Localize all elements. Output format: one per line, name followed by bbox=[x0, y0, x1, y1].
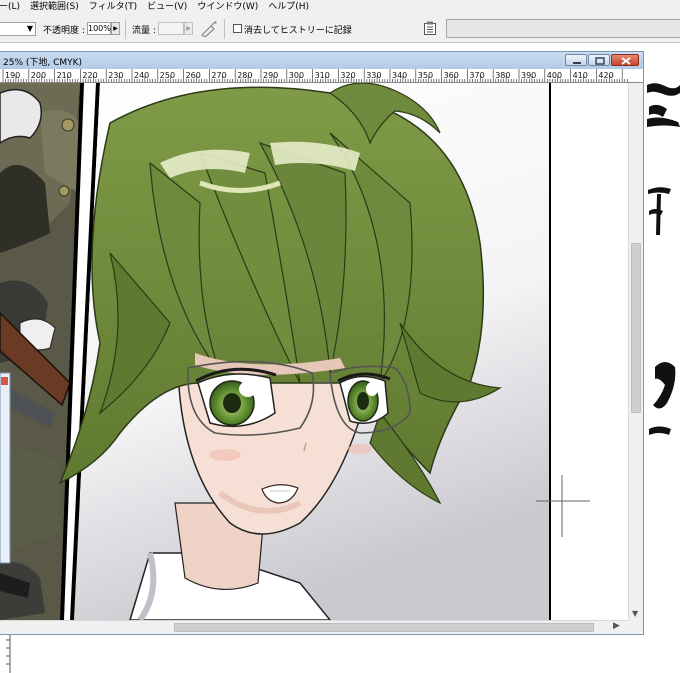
opacity-label: 不透明度 : bbox=[43, 26, 85, 36]
ruler-tick-label: 270 bbox=[211, 71, 226, 80]
flow-label: 流量 : bbox=[132, 26, 156, 36]
canvas-artwork bbox=[0, 83, 628, 620]
menu-help[interactable]: ヘルプ(H) bbox=[263, 0, 314, 15]
ruler-tick-label: 300 bbox=[289, 71, 304, 80]
menu-select[interactable]: 選択範囲(S) bbox=[25, 0, 84, 15]
menu-layer[interactable]: ー(L) bbox=[0, 0, 25, 15]
vertical-ruler-fragment bbox=[6, 635, 11, 673]
opacity-slider-button[interactable]: ▶ bbox=[111, 22, 120, 35]
ruler-tick-label: 370 bbox=[469, 71, 484, 80]
panel-icon[interactable] bbox=[423, 21, 437, 36]
flow-slider-button[interactable]: ▶ bbox=[184, 22, 193, 35]
ruler-tick-label: 220 bbox=[82, 71, 97, 80]
ruler-tick-label: 400 bbox=[547, 71, 562, 80]
horizontal-scrollbar[interactable]: ▶ bbox=[0, 620, 628, 634]
panel-well bbox=[446, 19, 680, 38]
ruler-tick-label: 210 bbox=[57, 71, 72, 80]
blend-mode-select[interactable]: ▼ bbox=[0, 22, 36, 36]
ruler-tick-label: 330 bbox=[366, 71, 381, 80]
ruler-tick-label: 310 bbox=[315, 71, 330, 80]
menu-bar: ー(L) 選択範囲(S) フィルタ(T) ビュー(V) ウインドウ(W) ヘルプ… bbox=[0, 0, 680, 15]
ruler-tick-label: 320 bbox=[340, 71, 355, 80]
ruler-tick-label: 350 bbox=[418, 71, 433, 80]
scroll-down-icon[interactable]: ▼ bbox=[632, 609, 638, 618]
vertical-scrollbar[interactable]: ▼ bbox=[628, 83, 643, 620]
hidden-panel-edge bbox=[0, 372, 11, 564]
maximize-icon bbox=[595, 57, 605, 65]
scroll-corner bbox=[628, 620, 643, 634]
scroll-right-icon[interactable]: ▶ bbox=[613, 621, 620, 631]
ruler-tick-label: 380 bbox=[495, 71, 510, 80]
right-panel bbox=[58, 83, 628, 620]
vertical-scroll-thumb[interactable] bbox=[631, 243, 641, 413]
ruler-tick-label: 260 bbox=[186, 71, 201, 80]
ruler-tick-label: 410 bbox=[573, 71, 588, 80]
document-title: 25% (下地, CMYK) bbox=[3, 58, 83, 68]
opacity-field[interactable]: 100% bbox=[87, 22, 111, 35]
close-icon bbox=[621, 57, 631, 65]
horizontal-scroll-thumb[interactable] bbox=[174, 623, 594, 632]
ruler-tick-label: 390 bbox=[521, 71, 536, 80]
ruler-tick-label: 280 bbox=[237, 71, 252, 80]
menu-view[interactable]: ビュー(V) bbox=[142, 0, 192, 15]
ruler-tick-label: 230 bbox=[108, 71, 123, 80]
menu-filter[interactable]: フィルタ(T) bbox=[84, 0, 142, 15]
erase-history-checkbox[interactable] bbox=[233, 24, 242, 33]
second-document-preview bbox=[645, 67, 680, 673]
airbrush-icon[interactable] bbox=[200, 21, 218, 37]
ruler-tick-label: 240 bbox=[134, 71, 149, 80]
ruler-tick-label: 290 bbox=[263, 71, 278, 80]
maximize-button[interactable] bbox=[588, 54, 610, 66]
ruler-tick-label: 200 bbox=[31, 71, 46, 80]
ruler-tick-label: 190 bbox=[5, 71, 20, 80]
chevron-down-icon: ▼ bbox=[26, 24, 33, 33]
flow-field[interactable] bbox=[158, 22, 184, 35]
ruler-corner bbox=[628, 69, 643, 83]
options-toolbar: ▼ 不透明度 : 100% ▶ 流量 : ▶ 消去してヒストリーに記録 bbox=[0, 15, 680, 43]
document-titlebar[interactable]: 25% (下地, CMYK) bbox=[0, 52, 643, 69]
ruler-ticks: 190 200 210 220 230 240 250 260 270 280 290 300 310 3… bbox=[2, 69, 628, 82]
erase-history-label: 消去してヒストリーに記録 bbox=[244, 26, 352, 36]
ruler-tick-label: 340 bbox=[392, 71, 407, 80]
canvas[interactable] bbox=[0, 83, 628, 620]
horizontal-ruler: 190 200 210 220 230 240 250 260 270 280 290 300 310 3… bbox=[0, 69, 628, 83]
ruler-tick-label: 360 bbox=[444, 71, 459, 80]
minimize-icon bbox=[573, 62, 581, 64]
close-button[interactable] bbox=[611, 54, 639, 66]
document-window: 25% (下地, CMYK) 190 200 210 220 230 240 250 260 2… bbox=[0, 51, 644, 635]
toolbar-separator bbox=[125, 19, 126, 39]
menu-window[interactable]: ウインドウ(W) bbox=[192, 0, 263, 15]
ruler-tick-label: 420 bbox=[598, 71, 613, 80]
ruler-tick-label: 250 bbox=[160, 71, 175, 80]
minimize-button[interactable] bbox=[565, 54, 587, 66]
toolbar-separator bbox=[224, 19, 225, 39]
